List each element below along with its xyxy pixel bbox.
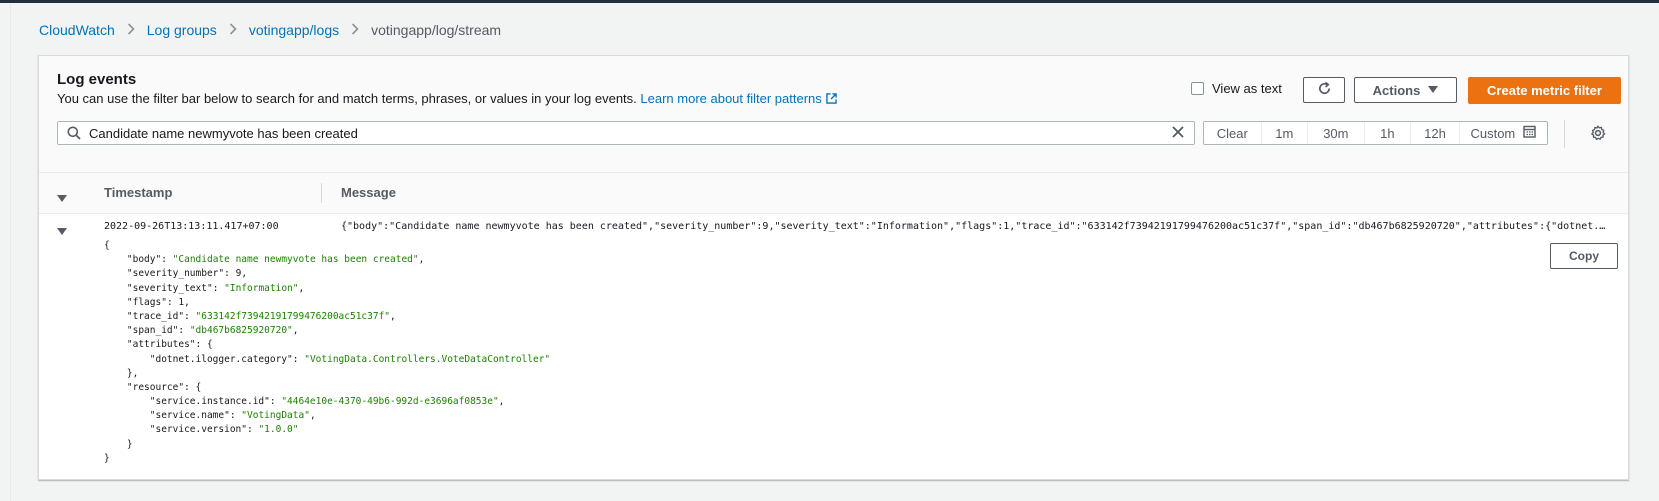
json-trace-id-value: "633142f73942191799476200ac51c37f" — [195, 310, 391, 322]
expand-all-caret-icon[interactable] — [57, 189, 67, 207]
copy-button[interactable]: Copy — [1550, 243, 1618, 269]
json-severity-number-value: 9 — [235, 268, 242, 280]
refresh-button[interactable] — [1303, 77, 1345, 103]
row-message: {"body":"Candidate name newmyvote has be… — [341, 221, 1609, 232]
column-header-message[interactable]: Message — [341, 185, 396, 200]
json-span-id-value: "db467b6825920720" — [189, 325, 293, 337]
log-events-panel: Log events You can use the filter bar be… — [38, 55, 1629, 480]
json-line: { — [104, 240, 110, 251]
create-metric-filter-button[interactable]: Create metric filter — [1468, 77, 1621, 104]
panel-header: Log events You can use the filter bar be… — [39, 56, 1628, 173]
table-header: Timestamp Message — [39, 173, 1628, 214]
external-link-icon — [826, 92, 837, 107]
json-line: } — [104, 452, 110, 464]
range-12h[interactable]: 12h — [1411, 122, 1460, 144]
left-divider — [10, 3, 11, 501]
chevron-right-icon — [229, 22, 237, 38]
json-category-value: "VotingData.Controllers.VoteDataControll… — [304, 353, 551, 365]
json-service-name-value: "VotingData" — [241, 410, 310, 422]
range-custom[interactable]: Custom — [1460, 122, 1547, 144]
range-1h[interactable]: 1h — [1365, 122, 1412, 144]
json-line: "service.instance.id": "4464e10e-4370-49… — [149, 396, 505, 408]
json-line: "service.version": "1.0.0" — [149, 424, 299, 436]
json-instance-id-value: "4464e10e-4370-49b6-992d-e3696af0853e" — [281, 396, 499, 408]
row-timestamp: 2022-09-26T13:13:11.417+07:00 — [104, 221, 279, 232]
range-1m[interactable]: 1m — [1262, 122, 1309, 144]
search-value: Candidate name newmyvote has been create… — [89, 126, 358, 141]
json-line: "body": "Candidate name newmyvote has be… — [126, 254, 425, 266]
caret-down-icon — [1428, 85, 1439, 95]
panel-title: Log events — [57, 71, 137, 88]
json-flags-value: 1 — [178, 296, 185, 308]
breadcrumb-current: votingapp/log/stream — [371, 22, 502, 38]
range-30m[interactable]: 30m — [1308, 122, 1365, 144]
chevron-right-icon — [127, 22, 135, 38]
json-line: "dotnet.ilogger.category": "VotingData.C… — [149, 353, 551, 365]
column-divider — [321, 183, 322, 203]
chevron-right-icon — [351, 22, 359, 38]
json-severity-text-value: "Information" — [224, 282, 299, 294]
json-line: "attributes": { — [126, 339, 213, 351]
breadcrumb-log-groups[interactable]: Log groups — [147, 22, 217, 38]
top-bar — [0, 0, 1659, 3]
json-service-version-value: "1.0.0" — [258, 424, 299, 436]
panel-description: You can use the filter bar below to sear… — [57, 91, 837, 107]
json-body-value: "Candidate name newmyvote has been creat… — [172, 254, 419, 266]
range-custom-label: Custom — [1470, 125, 1516, 141]
view-as-text-toggle[interactable]: View as text — [1191, 81, 1282, 96]
json-line: "span_id": "db467b6825920720", — [126, 325, 299, 337]
breadcrumb-log-group[interactable]: votingapp/logs — [249, 22, 339, 38]
description-text: You can use the filter bar below to sear… — [57, 91, 637, 106]
view-as-text-checkbox[interactable] — [1191, 82, 1204, 95]
json-line: "trace_id": "633142f73942191799476200ac5… — [126, 310, 396, 322]
refresh-icon — [1317, 81, 1332, 99]
json-line: }, — [104, 367, 139, 379]
calendar-icon — [1523, 125, 1536, 141]
json-line: "service.name": "VotingData", — [149, 410, 316, 422]
json-line: } — [104, 438, 133, 450]
view-as-text-label: View as text — [1212, 81, 1282, 96]
search-input[interactable]: Candidate name newmyvote has been create… — [57, 121, 1195, 145]
actions-button[interactable]: Actions — [1354, 77, 1457, 103]
json-line: "severity_text": "Information", — [126, 282, 305, 294]
breadcrumb-cloudwatch[interactable]: CloudWatch — [39, 22, 115, 38]
close-icon[interactable] — [1171, 125, 1185, 144]
actions-label: Actions — [1372, 82, 1421, 98]
row-expand-caret-icon[interactable] — [57, 222, 67, 240]
toolbar-divider — [1564, 120, 1565, 148]
time-range-selector: Clear 1m 30m 1h 12h Custom — [1203, 121, 1548, 145]
range-clear[interactable]: Clear — [1204, 122, 1262, 144]
gear-icon[interactable] — [1590, 125, 1606, 146]
breadcrumb: CloudWatch Log groups votingapp/logs vot… — [39, 22, 501, 38]
json-line: "flags": 1, — [126, 296, 190, 308]
search-icon — [67, 126, 81, 145]
json-line: "resource": { — [126, 381, 202, 393]
json-line: "severity_number": 9, — [126, 268, 248, 280]
learn-more-label: Learn more about filter patterns — [640, 91, 822, 106]
json-detail: { "body": "Candidate name newmyvote has … — [104, 239, 550, 466]
learn-more-link[interactable]: Learn more about filter patterns — [640, 91, 837, 107]
column-header-timestamp[interactable]: Timestamp — [104, 185, 172, 200]
